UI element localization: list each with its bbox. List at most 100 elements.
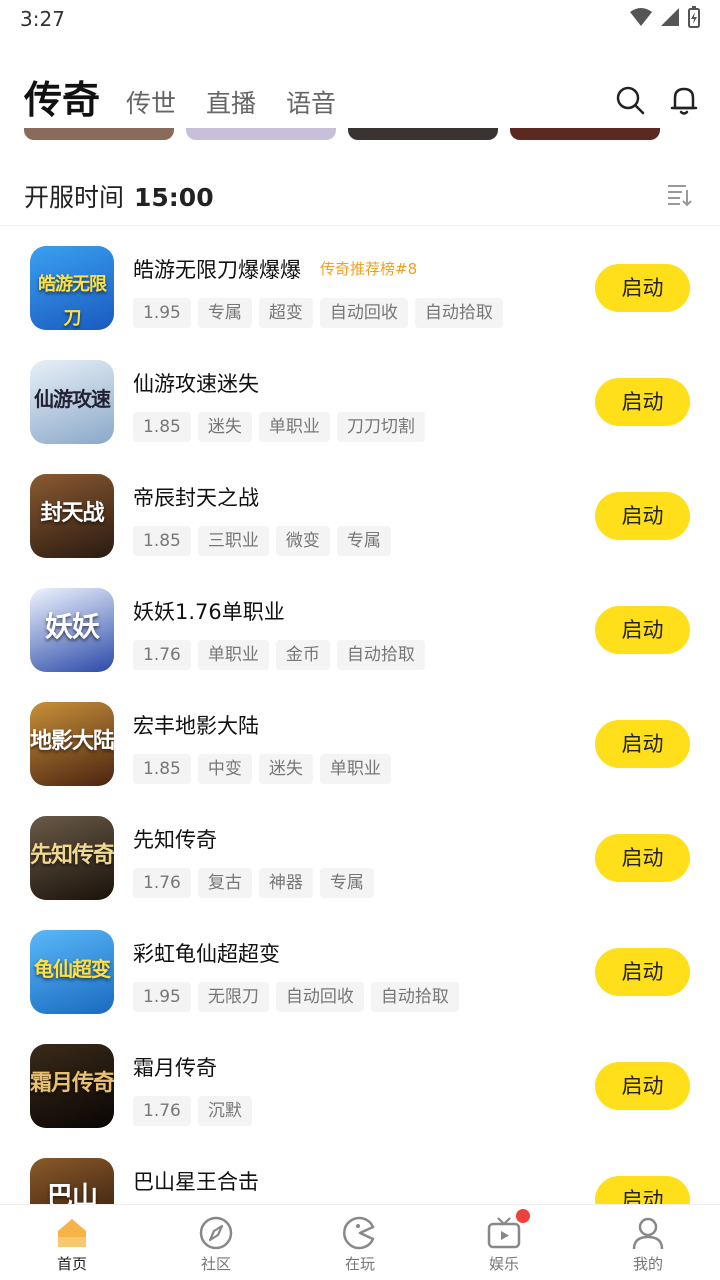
tag-list: 1.76 沉默 [133,1096,252,1126]
tag: 1.85 [133,526,191,556]
launch-button[interactable]: 启动 [595,948,690,996]
game-item[interactable]: 先知传奇 先知传奇 1.76 复古 神器 专属 启动 [0,802,720,916]
tag: 迷失 [258,754,313,784]
bottom-nav-label: 在玩 [344,1255,375,1273]
launch-button[interactable]: 启动 [595,606,690,654]
search-icon[interactable] [614,84,646,116]
game-icon[interactable]: 仙游攻速 [30,360,114,444]
pacman-icon [343,1216,375,1250]
bottom-nav-label: 社区 [200,1255,231,1273]
tag: 微变 [275,526,330,556]
game-icon[interactable]: 霜月传奇 [30,1044,114,1128]
bottom-nav-label: 我的 [632,1255,663,1273]
bottom-nav-community[interactable]: 社区 [144,1205,288,1280]
tag: 自动拾取 [370,982,459,1012]
game-item[interactable]: 皓游无限刀 皓游无限刀爆爆爆 传奇推荐榜#8 1.95 专属 超变 自动回收 自… [0,232,720,346]
game-icon[interactable]: 龟仙超变 [30,930,114,1014]
game-item[interactable]: 龟仙超变 彩虹龟仙超超变 1.95 无限刀 自动回收 自动拾取 启动 [0,916,720,1030]
tag: 单职业 [319,754,391,784]
tag: 专属 [197,298,252,328]
tab-chuanqi[interactable]: 传奇 [24,69,100,124]
user-icon [632,1217,664,1250]
game-icon-text: 霜月传奇 [30,1070,114,1096]
game-name: 宏丰地影大陆 [133,714,259,738]
tag: 自动回收 [275,982,364,1012]
tag-list: 1.76 单职业 金币 自动拾取 [133,640,425,670]
bottom-nav-entertainment[interactable]: 娱乐 [432,1205,576,1280]
tag: 1.95 [133,298,191,328]
game-item[interactable]: 地影大陆 宏丰地影大陆 1.85 中变 迷失 单职业 启动 [0,688,720,802]
tag-list: 1.95 专属 超变 自动回收 自动拾取 [133,298,503,328]
tag: 神器 [258,868,313,898]
status-icons [630,6,700,28]
tag: 刀刀切割 [336,412,425,442]
game-icon[interactable]: 地影大陆 [30,702,114,786]
banner-thumb[interactable] [510,128,660,140]
banner-thumb[interactable] [348,128,498,140]
wifi-icon [630,8,652,26]
compass-icon [199,1216,233,1250]
launch-button[interactable]: 启动 [595,492,690,540]
tab-voice[interactable]: 语音 [286,84,336,120]
game-item[interactable]: 妖妖 妖妖1.76单职业 1.76 单职业 金币 自动拾取 启动 [0,574,720,688]
home-icon [58,1219,86,1247]
banner-strip[interactable] [0,128,720,142]
tag-list: 1.76 复古 神器 专属 [133,868,374,898]
game-icon[interactable]: 先知传奇 [30,816,114,900]
tag: 中变 [197,754,252,784]
bottom-nav: 首页 社区 在玩 娱乐 我的 [0,1204,720,1280]
tag: 迷失 [197,412,252,442]
battery-icon [688,6,700,28]
game-icon-text: 皓游无限刀 [38,274,107,329]
tab-chuanshi[interactable]: 传世 [126,84,176,120]
launch-button[interactable]: 启动 [595,1176,690,1204]
game-item[interactable]: 仙游攻速 仙游攻速迷失 1.85 迷失 单职业 刀刀切割 启动 [0,346,720,460]
tag: 专属 [336,526,391,556]
tab-live[interactable]: 直播 [206,84,256,120]
bottom-nav-playing[interactable]: 在玩 [288,1205,432,1280]
bottom-nav-label: 首页 [56,1255,87,1273]
game-name: 霜月传奇 [133,1056,217,1080]
tag-list: 1.85 中变 迷失 单职业 [133,754,391,784]
rank-badge: 传奇推荐榜#8 [320,260,418,278]
game-item[interactable]: 巴山 巴山星王合击 启动 [0,1144,720,1204]
launch-button[interactable]: 启动 [595,264,690,312]
server-time-value: 15:00 [134,183,214,212]
tag: 自动回收 [319,298,408,328]
tag: 复古 [197,868,252,898]
game-icon-text: 龟仙超变 [34,957,111,981]
tag-list: 1.85 迷失 单职业 刀刀切割 [133,412,425,442]
tag: 单职业 [258,412,330,442]
banner-thumb[interactable] [24,128,174,140]
bottom-nav-home[interactable]: 首页 [0,1205,144,1280]
tag: 金币 [275,640,330,670]
game-icon-text: 地影大陆 [30,728,114,754]
launch-button[interactable]: 启动 [595,834,690,882]
game-name: 仙游攻速迷失 [133,372,259,396]
banner-thumb[interactable] [186,128,336,140]
game-icon-text: 妖妖 [44,610,100,643]
game-list: 皓游无限刀 皓游无限刀爆爆爆 传奇推荐榜#8 1.95 专属 超变 自动回收 自… [0,232,720,1204]
tag: 单职业 [197,640,269,670]
notification-dot [516,1209,530,1223]
bell-icon[interactable] [668,84,700,116]
tag: 沉默 [197,1096,252,1126]
server-label-text: 开服时间 [24,183,125,212]
bottom-nav-mine[interactable]: 我的 [576,1205,720,1280]
tag: 1.95 [133,982,191,1012]
game-name: 先知传奇 [133,828,217,852]
game-icon[interactable]: 皓游无限刀 [30,246,114,330]
launch-button[interactable]: 启动 [595,1062,690,1110]
sort-icon[interactable] [666,182,692,208]
game-item[interactable]: 封天战 帝辰封天之战 1.85 三职业 微变 专属 启动 [0,460,720,574]
game-icon-text: 先知传奇 [30,842,114,868]
game-icon-text: 封天战 [40,500,104,526]
game-icon[interactable]: 妖妖 [30,588,114,672]
launch-button[interactable]: 启动 [595,720,690,768]
tag: 无限刀 [197,982,269,1012]
game-name: 巴山星王合击 [133,1170,259,1194]
game-icon[interactable]: 巴山 [30,1158,114,1204]
game-item[interactable]: 霜月传奇 霜月传奇 1.76 沉默 启动 [0,1030,720,1144]
game-icon[interactable]: 封天战 [30,474,114,558]
launch-button[interactable]: 启动 [595,378,690,426]
